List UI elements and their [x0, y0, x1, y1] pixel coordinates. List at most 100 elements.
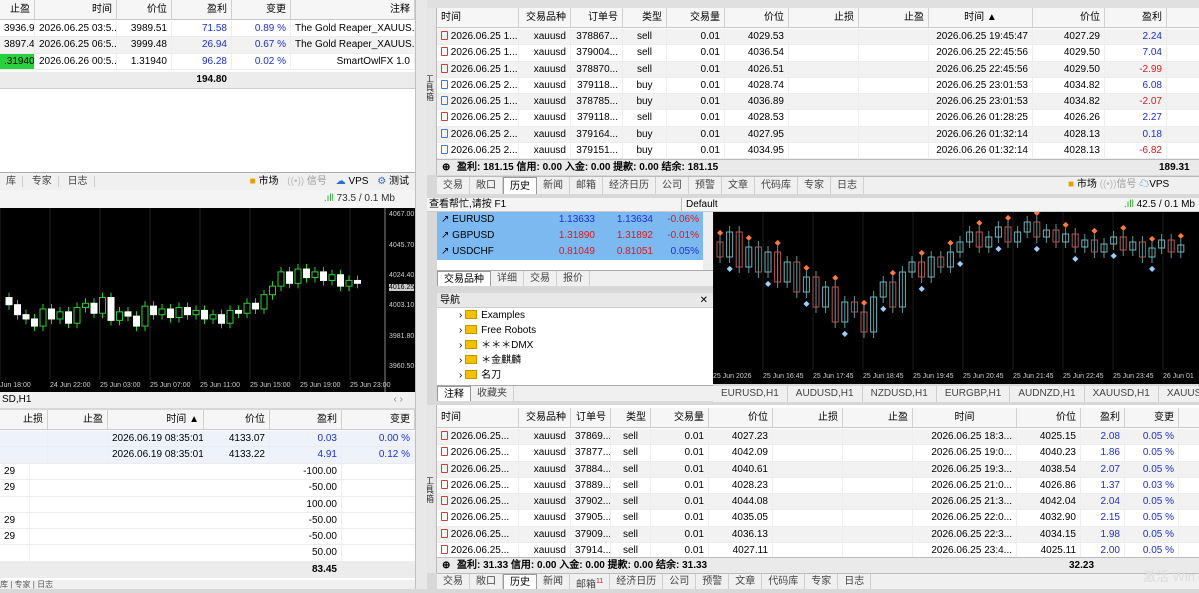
- table-row[interactable]: 2026.06.25... xauusd 37877... sell 0.01 4042.…: [437, 445, 1199, 462]
- tab-11[interactable]: 日志: [831, 177, 864, 194]
- tab-1[interactable]: 详细: [491, 271, 524, 286]
- col-header[interactable]: 价位: [1017, 408, 1081, 427]
- col-header[interactable]: 止损: [789, 8, 859, 27]
- table-row[interactable]: 2026.06.25 2... xauusd 379164... buy 0.01 402…: [437, 126, 1199, 144]
- table-row[interactable]: 2026.06.25 2... xauusd 379118... buy 0.01 402…: [437, 77, 1199, 95]
- table-row[interactable]: 2026.06.25... xauusd 37909... sell 0.01 4036.…: [437, 526, 1199, 544]
- col-header[interactable]: 交易品种: [519, 408, 571, 427]
- tab-3[interactable]: 报价: [557, 271, 590, 286]
- order-row[interactable]: 50.00: [0, 545, 415, 562]
- order-row[interactable]: 29 -50.00: [0, 529, 415, 546]
- tab-6[interactable]: 公司: [663, 574, 697, 589]
- table-row[interactable]: 2026.06.25 1... xauusd 378870... sell 0.01 40…: [437, 61, 1199, 78]
- col-time-sorted[interactable]: 时间 ▲: [108, 410, 204, 429]
- tab-2[interactable]: 交易: [524, 271, 557, 286]
- table-row[interactable]: 2026.06.25 1... xauusd 378867... sell 0.01 40…: [437, 29, 1199, 46]
- col-header[interactable]: 交易量: [651, 408, 709, 427]
- col-comment[interactable]: 注释: [291, 0, 415, 19]
- col-header[interactable]: 时间 ▲: [929, 8, 1033, 27]
- signal-link[interactable]: 信号: [307, 176, 327, 187]
- col-takeprofit[interactable]: 止盈: [48, 410, 108, 429]
- tab-3[interactable]: 新闻: [537, 177, 570, 194]
- symbol-tab[interactable]: NZDUSD,H1: [863, 386, 937, 402]
- col-header[interactable]: 价位: [709, 408, 773, 427]
- close-icon[interactable]: ✕: [700, 293, 708, 308]
- tab-0[interactable]: 交易: [437, 177, 470, 194]
- market-symbol-row[interactable]: ↗ GBPUSD 1.31890 1.31892 -0.01%: [437, 228, 713, 244]
- col-stoploss[interactable]: 止损: [0, 410, 48, 429]
- vps-link[interactable]: VPS: [1149, 179, 1169, 190]
- symbol-tab[interactable]: EURGBP,H1: [937, 386, 1011, 402]
- table-row[interactable]: 2026.06.25... xauusd 37902... sell 0.01 4044.…: [437, 494, 1199, 511]
- market-link[interactable]: 市场: [1077, 179, 1097, 190]
- table-row[interactable]: 2026.06.19 08:35:01 4133.07 0.03 0.00 %: [0, 431, 415, 448]
- col-header[interactable]: 订单号: [571, 8, 623, 27]
- left-symbol-tab[interactable]: SD,H1: [2, 394, 31, 405]
- col-profit[interactable]: 盈利: [172, 0, 232, 19]
- col-header[interactable]: 类型: [623, 8, 667, 27]
- market-watch-scrollbar[interactable]: [703, 212, 713, 270]
- tab-7[interactable]: 预警: [696, 574, 730, 589]
- tab-library[interactable]: 库: [0, 580, 8, 589]
- table-row[interactable]: 2026.06.25 2... xauusd 379118... sell 0.01 40…: [437, 110, 1199, 127]
- tab-2[interactable]: 历史: [503, 574, 537, 589]
- navigator-item[interactable]: › 名刀: [437, 368, 713, 383]
- col-header[interactable]: 时间: [913, 408, 1017, 427]
- tab-5[interactable]: 经济日历: [610, 574, 664, 589]
- market-link[interactable]: 市场: [259, 176, 279, 187]
- table-row[interactable]: 2026.06.25 1... xauusd 378785... buy 0.01 403…: [437, 94, 1199, 111]
- table-row[interactable]: 2026.06.25... xauusd 37884... sell 0.01 4040.…: [437, 461, 1199, 478]
- market-symbol-row[interactable]: ↗ USDCHF 0.81049 0.81051 0.05%: [437, 244, 713, 260]
- summary-expand-icon[interactable]: ⊕: [442, 558, 450, 573]
- navigator-item[interactable]: › Free Robots: [437, 323, 713, 338]
- tab-9[interactable]: 代码库: [755, 177, 798, 194]
- tab-8[interactable]: 文章: [722, 177, 755, 194]
- table-row[interactable]: 3897.462026.06.25 06:5...3999.4826.940.6…: [0, 37, 415, 54]
- col-header[interactable]: 变更: [1125, 408, 1179, 427]
- tab-journal[interactable]: 日志: [61, 176, 95, 187]
- col-change[interactable]: 变更: [232, 0, 291, 19]
- summary-expand-icon[interactable]: ⊕: [442, 160, 450, 175]
- tab-0[interactable]: 交易品种: [437, 271, 491, 286]
- col-header[interactable]: 时间: [437, 8, 519, 27]
- col-header[interactable]: 时间: [437, 408, 519, 427]
- col-header[interactable]: 价位: [725, 8, 789, 27]
- table-row[interactable]: 2026.06.19 08:35:01 4133.22 4.91 0.12 %: [0, 447, 415, 464]
- order-row[interactable]: 100.00: [0, 496, 415, 513]
- col-header[interactable]: 订单号: [571, 408, 611, 427]
- col-time[interactable]: 时间: [35, 0, 117, 19]
- market-symbol-row[interactable]: ↗ EURUSD 1.13633 1.13634 -0.06%: [437, 212, 713, 228]
- table-row[interactable]: .31940 2026.06.26 00:5... 1.31940 96.28 0.02…: [0, 53, 415, 70]
- navigator-item[interactable]: › ＊＊＊DMX: [437, 338, 713, 353]
- symbol-tab[interactable]: AUDNZD,H1: [1010, 386, 1085, 402]
- tab-journal[interactable]: 日志: [37, 580, 53, 589]
- col-header[interactable]: 止盈: [843, 408, 913, 427]
- left-window-scrollbar[interactable]: [415, 0, 427, 589]
- left-price-chart[interactable]: 4067.00 4045.70 4024.40 4016.25 4003.10 3981.…: [0, 208, 415, 392]
- tab-0[interactable]: 注释: [437, 386, 471, 401]
- tab-3[interactable]: 新闻: [537, 574, 570, 589]
- col-takeprofit[interactable]: 止盈: [0, 0, 35, 19]
- col-price[interactable]: 价位: [117, 0, 172, 19]
- col-header[interactable]: 交易量: [667, 8, 725, 27]
- signal-link[interactable]: 信号: [1116, 179, 1136, 190]
- symbol-tab[interactable]: AUDUSD,H1: [788, 386, 863, 402]
- tab-experts[interactable]: 专家: [25, 176, 59, 187]
- col-header[interactable]: 价位: [1033, 8, 1105, 27]
- navigator-item[interactable]: › Examples: [437, 308, 713, 323]
- table-row[interactable]: 2026.06.25 1... xauusd 379004... sell 0.01 40…: [437, 45, 1199, 62]
- tab-1[interactable]: 敞口: [470, 574, 503, 589]
- tab-4[interactable]: 邮箱: [570, 177, 603, 194]
- tab-10[interactable]: 专家: [798, 177, 831, 194]
- symbol-tab[interactable]: XAUUSD,H1: [1085, 386, 1159, 402]
- middle-price-chart[interactable]: ◆ ◆ ◆ ◆ ◆ ◆ ◆ ◆ ◆ ◆ ◆ ◆ ◆ ◆ ◆ ◆ ◆ ◆ ◆ ◆ ◆ ◆ ◆ ◆ ◆ ◆ ◆ ◆ ◆ 25 Jun 202…: [713, 212, 1199, 384]
- table-row[interactable]: 2026.06.25... xauusd 37869... sell 0.01 4027.…: [437, 429, 1199, 446]
- tester-link[interactable]: 测试: [389, 176, 409, 187]
- scroll-arrows-icon[interactable]: ‹ ›: [394, 392, 403, 408]
- order-row[interactable]: 29 -50.00: [0, 512, 415, 530]
- table-row[interactable]: 2026.06.25 2... xauusd 379151... buy 0.01 403…: [437, 143, 1199, 160]
- col-header[interactable]: 交易品种: [519, 8, 571, 27]
- order-row[interactable]: 29 -50.00: [0, 480, 415, 497]
- tab-library[interactable]: 库: [0, 176, 23, 187]
- tab-1[interactable]: 敞口: [470, 177, 503, 194]
